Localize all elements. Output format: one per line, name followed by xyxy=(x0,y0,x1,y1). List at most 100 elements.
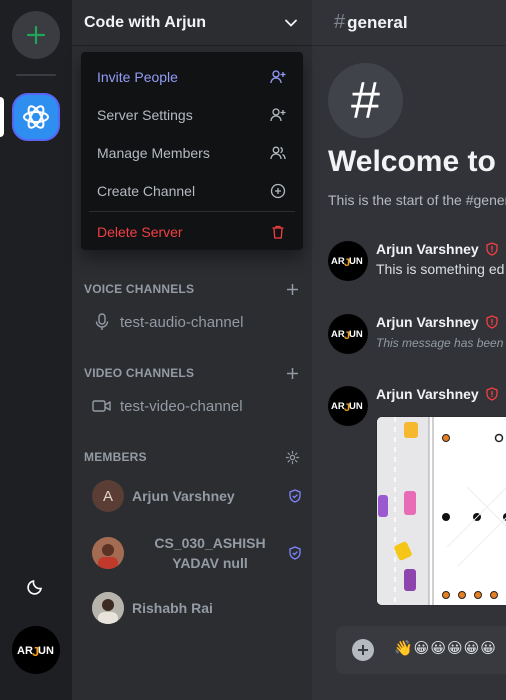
message-avatar[interactable]: AR J UN xyxy=(328,386,368,426)
svg-text:UN: UN xyxy=(349,256,363,267)
server-menu: Invite People Server Settings Manage Mem… xyxy=(81,52,303,250)
channel-header: # general xyxy=(312,0,506,46)
section-title: MEMBERS xyxy=(84,450,147,464)
microphone-icon xyxy=(92,312,112,332)
channel-hash-badge: # xyxy=(328,63,403,138)
theme-toggle-button[interactable] xyxy=(24,574,48,598)
svg-text:AR: AR xyxy=(331,401,345,412)
avatar xyxy=(92,537,124,569)
server-icon-code-with-arjun[interactable] xyxy=(12,93,60,141)
menu-item-label: Manage Members xyxy=(97,145,210,161)
message-author: Arjun Varshney xyxy=(376,241,479,257)
plus-icon xyxy=(26,25,46,45)
shield-alert-icon xyxy=(485,387,499,401)
add-voice-channel-button[interactable] xyxy=(284,281,300,297)
svg-text:AR: AR xyxy=(331,329,345,340)
arjun-logo-icon: AR JUN xyxy=(331,401,363,414)
message-item[interactable]: AR J UN Arjun Varshney This is something e… xyxy=(328,241,506,285)
svg-text:AR: AR xyxy=(331,256,345,267)
plus-icon xyxy=(286,367,298,379)
message-author: Arjun Varshney xyxy=(376,386,479,402)
manage-members-button[interactable] xyxy=(284,449,300,465)
chat-area: # general # Welcome to This is the start… xyxy=(312,0,506,700)
rail-divider xyxy=(16,74,56,76)
plus-icon xyxy=(286,283,298,295)
menu-delete-server[interactable]: Delete Server xyxy=(89,213,295,251)
video-channels-header: VIDEO CHANNELS xyxy=(84,365,300,381)
menu-item-label: Create Channel xyxy=(97,183,196,199)
gear-icon xyxy=(285,450,299,464)
member-name: YADAV null xyxy=(172,555,248,571)
add-server-button[interactable] xyxy=(12,11,60,59)
message-text: This message has been xyxy=(376,336,504,350)
member-item[interactable]: Rishabh Rai xyxy=(92,592,302,624)
plus-icon xyxy=(358,645,368,655)
section-title: VOICE CHANNELS xyxy=(84,282,195,296)
welcome-title: Welcome to xyxy=(328,145,496,178)
video-camera-icon xyxy=(92,396,112,416)
message-item[interactable]: AR J UN Arjun Varshney This message has be… xyxy=(328,314,506,358)
shield-check-icon xyxy=(288,489,302,503)
voice-channel-item[interactable]: test-audio-channel xyxy=(92,307,292,337)
arjun-logo-icon: AR JUN xyxy=(331,256,363,269)
menu-create-channel[interactable]: Create Channel xyxy=(89,172,295,210)
server-rail: AR J UN xyxy=(0,0,72,700)
menu-item-label: Delete Server xyxy=(97,224,183,240)
welcome-subtitle: This is the start of the #general xyxy=(328,192,506,208)
menu-divider xyxy=(89,211,295,212)
menu-manage-members[interactable]: Manage Members xyxy=(89,134,295,172)
channel-name: test-video-channel xyxy=(120,397,243,415)
menu-server-settings[interactable]: Server Settings xyxy=(89,96,295,134)
message-text: This is something ed xyxy=(376,261,505,277)
plus-circle-icon xyxy=(269,182,287,200)
person-add-icon xyxy=(269,68,287,86)
game-screenshot-image xyxy=(377,417,506,605)
trash-icon xyxy=(269,223,287,241)
message-author: Arjun Varshney xyxy=(376,314,479,330)
shield-alert-icon xyxy=(485,242,499,256)
menu-invite-people[interactable]: Invite People xyxy=(89,58,295,96)
server-logo-icon xyxy=(23,105,49,129)
arjun-logo-icon: AR JUN xyxy=(331,329,363,342)
avatar xyxy=(92,592,124,624)
message-image-attachment[interactable] xyxy=(376,416,506,606)
chevron-down-icon xyxy=(284,15,300,31)
avatar-initial: A xyxy=(102,487,113,505)
member-item[interactable]: A Arjun Varshney xyxy=(92,480,302,512)
svg-text:AR: AR xyxy=(17,645,33,657)
active-server-indicator xyxy=(0,97,4,137)
svg-text:UN: UN xyxy=(349,401,363,412)
server-name: Code with Arjun xyxy=(84,13,207,31)
shield-check-icon xyxy=(288,546,302,560)
shield-alert-icon xyxy=(485,315,499,329)
members-header: MEMBERS xyxy=(84,449,300,465)
moon-icon xyxy=(27,580,42,595)
user-avatar[interactable]: AR J UN xyxy=(12,626,60,674)
member-name: Rishabh Rai xyxy=(132,600,213,616)
member-name: Arjun Varshney xyxy=(132,488,235,504)
person-add-icon xyxy=(269,106,287,124)
voice-channels-header: VOICE CHANNELS xyxy=(84,281,300,297)
video-channel-item[interactable]: test-video-channel xyxy=(92,391,292,421)
attach-button[interactable] xyxy=(352,639,374,661)
section-title: VIDEO CHANNELS xyxy=(84,366,195,380)
channel-name: test-audio-channel xyxy=(120,313,244,331)
hash-icon: # xyxy=(351,71,380,130)
message-avatar[interactable]: AR J UN xyxy=(328,241,368,281)
avatar: A xyxy=(92,480,124,512)
message-composer[interactable]: 👋😀😀😀😀😀 xyxy=(336,626,506,674)
arjun-logo-icon: AR J UN xyxy=(17,644,54,659)
users-icon xyxy=(269,144,287,162)
message-avatar[interactable]: AR J UN xyxy=(328,314,368,354)
member-item[interactable]: CS_030_ASHISH YADAV null xyxy=(92,533,302,573)
channel-title: general xyxy=(347,12,408,32)
hash-icon: # xyxy=(334,11,346,33)
server-header[interactable]: Code with Arjun xyxy=(72,0,312,46)
menu-item-label: Server Settings xyxy=(97,107,193,123)
composer-text: 👋😀😀😀😀😀 xyxy=(394,640,497,657)
add-video-channel-button[interactable] xyxy=(284,365,300,381)
channel-sidebar: Code with Arjun Invite People Server Set… xyxy=(72,0,312,700)
member-name: CS_030_ASHISH xyxy=(154,535,266,551)
svg-text:UN: UN xyxy=(38,645,54,657)
svg-text:UN: UN xyxy=(349,329,363,340)
